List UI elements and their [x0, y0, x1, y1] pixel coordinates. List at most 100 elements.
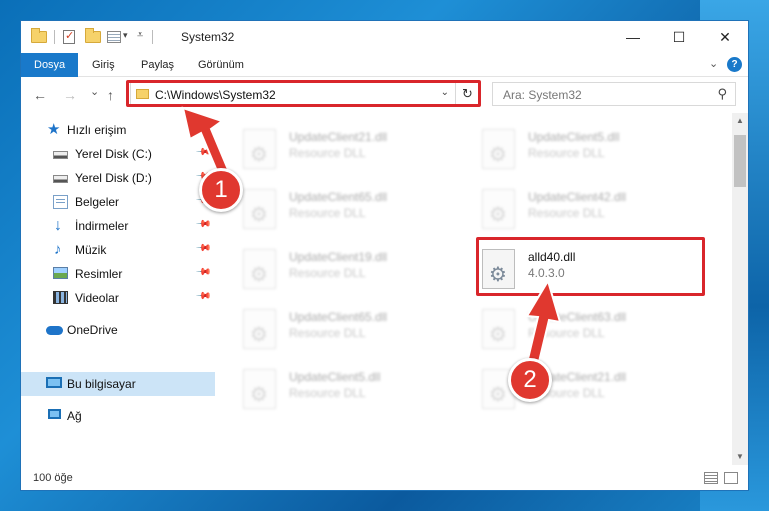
- sidebar-item-network[interactable]: Ağ: [21, 404, 215, 428]
- pin-icon[interactable]: 📌: [194, 216, 211, 233]
- back-arrow-icon[interactable]: ←: [33, 87, 47, 103]
- file-tile[interactable]: UpdateClient21.dll Resource DLL: [456, 364, 686, 414]
- downloads-icon: ↓: [54, 217, 62, 234]
- file-name: UpdateClient5.dll: [289, 370, 381, 384]
- status-bar: 100 öğe: [21, 468, 748, 490]
- view-options-icon[interactable]: [107, 31, 121, 43]
- search-icon[interactable]: ⚲: [717, 86, 727, 102]
- new-folder-icon[interactable]: [85, 28, 101, 43]
- file-name: UpdateClient21.dll: [289, 130, 388, 144]
- file-tile[interactable]: UpdateClient21.dll Resource DLL: [217, 124, 447, 174]
- file-name: UpdateClient65.dll: [289, 310, 388, 324]
- vertical-scrollbar[interactable]: ▲ ▼: [732, 113, 748, 465]
- file-tile[interactable]: UpdateClient65.dll Resource DLL: [217, 304, 447, 354]
- pin-icon[interactable]: 📌: [194, 288, 211, 305]
- sidebar-item-label: Videolar: [75, 291, 119, 305]
- file-description: Resource DLL: [289, 206, 366, 220]
- help-icon[interactable]: ?: [727, 57, 742, 72]
- step-badge-2: 2: [508, 358, 552, 402]
- dll-file-icon: [243, 189, 276, 229]
- file-name: UpdateClient63.dll: [528, 310, 627, 324]
- videos-icon: [53, 291, 68, 304]
- file-tile[interactable]: UpdateClient5.dll Resource DLL: [456, 124, 686, 174]
- pictures-icon: [53, 267, 68, 279]
- file-tile[interactable]: UpdateClient19.dll Resource DLL: [217, 244, 447, 294]
- minimize-button[interactable]: —: [610, 21, 656, 53]
- tab-share[interactable]: Paylaş: [135, 53, 180, 77]
- forward-arrow-icon[interactable]: →: [63, 87, 77, 103]
- file-description: Resource DLL: [289, 386, 366, 400]
- scroll-up-icon[interactable]: ▲: [732, 113, 748, 129]
- tab-file[interactable]: Dosya: [21, 53, 79, 77]
- file-name: UpdateClient42.dll: [528, 190, 627, 204]
- details-view-icon[interactable]: [704, 472, 718, 484]
- star-icon: ★: [47, 121, 61, 138]
- network-icon: [48, 409, 61, 419]
- documents-icon: [53, 195, 68, 209]
- sidebar-item-onedrive[interactable]: OneDrive: [21, 318, 215, 342]
- close-button[interactable]: ✕: [702, 21, 748, 53]
- sidebar-item-pictures[interactable]: Resimler 📌: [21, 262, 215, 286]
- file-description: Resource DLL: [528, 206, 605, 220]
- tab-home[interactable]: Giriş: [86, 53, 121, 77]
- sidebar-item-label: Belgeler: [75, 195, 120, 209]
- file-description: Resource DLL: [289, 326, 366, 340]
- disk-icon: [53, 151, 68, 159]
- address-highlight-box: [126, 80, 481, 107]
- pin-icon[interactable]: 📌: [194, 240, 211, 257]
- file-tile[interactable]: UpdateClient5.dll Resource DLL: [217, 364, 447, 414]
- file-tile[interactable]: UpdateClient63.dll Resource DLL: [456, 304, 686, 354]
- dll-file-icon: [243, 369, 276, 409]
- maximize-button[interactable]: ☐: [656, 21, 702, 53]
- file-tile[interactable]: UpdateClient42.dll Resource DLL: [456, 184, 686, 234]
- folder-icon: [31, 28, 47, 43]
- scroll-down-icon[interactable]: ▼: [732, 449, 748, 465]
- chevron-down-icon[interactable]: ⌄: [709, 57, 718, 70]
- scroll-thumb[interactable]: [734, 135, 746, 187]
- sidebar-item-label: Hızlı erişim: [67, 123, 127, 137]
- item-count: 100 öğe: [33, 472, 73, 484]
- properties-icon[interactable]: [63, 29, 75, 44]
- sidebar-item-local-disk-d[interactable]: Yerel Disk (D:) 📌: [21, 166, 215, 190]
- music-icon: ♪: [54, 241, 62, 258]
- sidebar-item-label: Müzik: [75, 243, 107, 257]
- onedrive-icon: [46, 326, 63, 335]
- dll-file-icon: [482, 309, 515, 349]
- pin-icon[interactable]: 📌: [194, 264, 211, 281]
- search-input[interactable]: Ara: System32: [503, 88, 582, 102]
- sidebar-item-documents[interactable]: Belgeler 📌: [21, 190, 215, 214]
- tab-view[interactable]: Görünüm: [192, 53, 250, 77]
- sidebar-item-music[interactable]: ♪ Müzik 📌: [21, 238, 215, 262]
- sidebar-item-label: İndirmeler: [75, 219, 129, 233]
- dll-file-icon: [243, 249, 276, 289]
- sidebar-item-videos[interactable]: Videolar 📌: [21, 286, 215, 310]
- file-description: Resource DLL: [528, 326, 605, 340]
- sidebar-item-label: Yerel Disk (D:): [75, 171, 152, 185]
- sidebar-item-downloads[interactable]: ↓ İndirmeler 📌: [21, 214, 215, 238]
- file-tile[interactable]: UpdateClient65.dll Resource DLL: [217, 184, 447, 234]
- sidebar-item-label: Yerel Disk (C:): [75, 147, 152, 161]
- file-description: Resource DLL: [289, 266, 366, 280]
- file-name: UpdateClient65.dll: [289, 190, 388, 204]
- recent-locations-icon[interactable]: ⌄: [90, 85, 99, 98]
- file-name: UpdateClient5.dll: [528, 130, 620, 144]
- file-name: UpdateClient19.dll: [289, 250, 388, 264]
- toolbar-separator: [54, 30, 55, 44]
- large-icons-view-icon[interactable]: [724, 472, 738, 484]
- pin-icon[interactable]: 📌: [194, 144, 211, 161]
- sidebar-item-this-pc[interactable]: Bu bilgisayar: [21, 372, 215, 396]
- sidebar-item-quick-access[interactable]: ★ Hızlı erişim: [21, 118, 215, 142]
- navigation-pane: ★ Hızlı erişim Yerel Disk (C:) 📌 Yerel D…: [21, 116, 215, 466]
- chevron-down-icon[interactable]: ▾: [123, 30, 128, 41]
- customize-toolbar-icon[interactable]: ⩡: [137, 29, 143, 42]
- toolbar-separator: [152, 30, 153, 44]
- disk-icon: [53, 175, 68, 183]
- step-badge-1: 1: [199, 168, 243, 212]
- sidebar-item-label: Bu bilgisayar: [67, 377, 136, 391]
- up-arrow-icon[interactable]: ↑: [107, 87, 114, 103]
- title-bar: ▾ ⩡ System32 — ☐ ✕: [21, 21, 748, 53]
- sidebar-item-local-disk-c[interactable]: Yerel Disk (C:) 📌: [21, 142, 215, 166]
- dll-file-icon: [482, 129, 515, 169]
- search-box[interactable]: Ara: System32 ⚲: [492, 82, 736, 106]
- this-pc-icon: [46, 377, 62, 388]
